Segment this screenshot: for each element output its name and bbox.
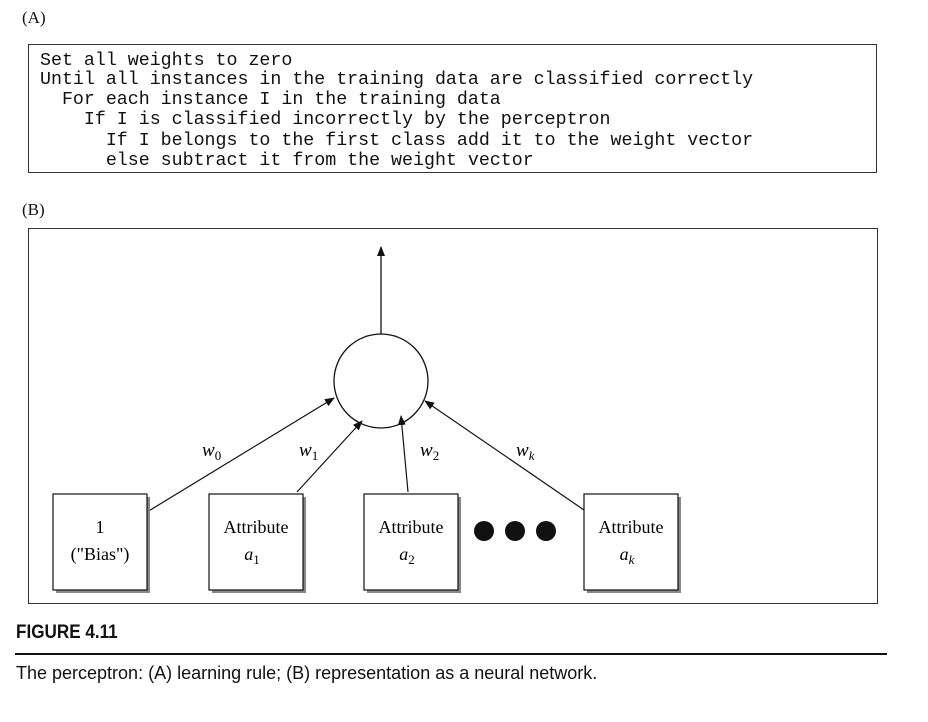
ellipsis-dots [474,521,556,541]
figure-caption: The perceptron: (A) learning rule; (B) r… [16,663,598,683]
title-rule [15,653,887,655]
weight-label-w0: w0 [202,440,221,463]
weight-label-w2: w2 [420,440,439,463]
svg-text:("Bias"): ("Bias") [71,544,130,565]
svg-text:Attribute: Attribute [224,517,289,537]
weight-label-wk: wk [516,440,535,463]
input-attribute-ak: Attribute ak [583,493,681,593]
svg-text:Attribute: Attribute [379,517,444,537]
svg-text:Attribute: Attribute [599,517,664,537]
input-attribute-a2: Attribute a2 [363,493,461,593]
edge-w2 [397,415,409,493]
perceptron-diagram: w0 w1 w2 wk 1 ("Bias") Attribute a1 Attr… [52,246,681,593]
svg-text:1: 1 [96,517,105,537]
weight-label-w1: w1 [299,440,318,463]
output-neuron [333,333,429,429]
figure-title: FIGURE 4.11 [16,622,118,643]
input-bias: 1 ("Bias") [52,493,150,593]
input-attribute-a1: Attribute a1 [208,493,306,593]
